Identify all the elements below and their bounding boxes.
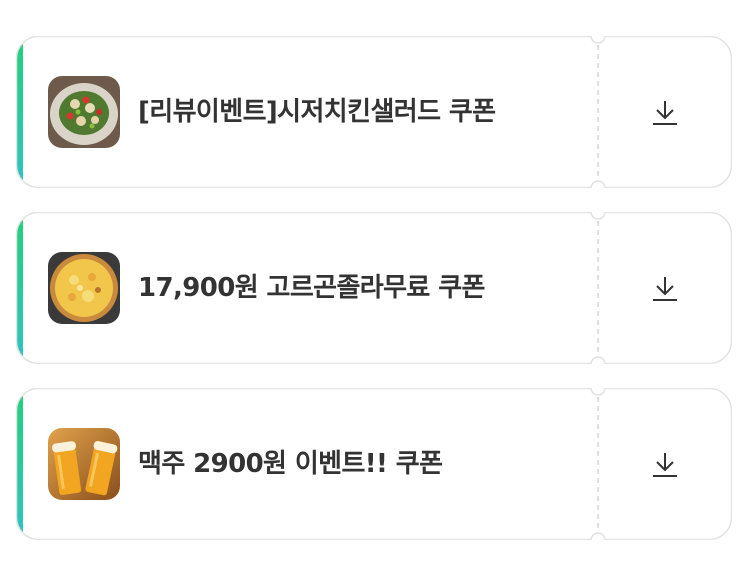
coupon-title: 17,900원 고르곤졸라무료 쿠폰 [138,273,485,303]
download-coupon-button[interactable] [598,388,732,540]
coupon-card: [리뷰이벤트]시저치킨샐러드 쿠폰 [16,36,732,188]
coupon-title: [리뷰이벤트]시저치킨샐러드 쿠폰 [138,97,496,127]
coupon-card: 맥주 2900원 이벤트!! 쿠폰 [16,388,732,540]
download-icon [653,453,677,477]
download-icon [653,277,677,301]
coupon-card: 17,900원 고르곤졸라무료 쿠폰 [16,212,732,364]
caesar-chicken-salad-image [48,76,120,148]
coupon-title: 맥주 2900원 이벤트!! 쿠폰 [138,449,443,479]
download-icon [653,101,677,125]
gorgonzola-pizza-image [48,252,120,324]
download-coupon-button[interactable] [598,212,732,364]
coupon-list: [리뷰이벤트]시저치킨샐러드 쿠폰 17,900원 고르곤졸라무료 쿠폰 맥주 … [16,36,732,540]
download-coupon-button[interactable] [598,36,732,188]
beer-glasses-image [48,428,120,500]
